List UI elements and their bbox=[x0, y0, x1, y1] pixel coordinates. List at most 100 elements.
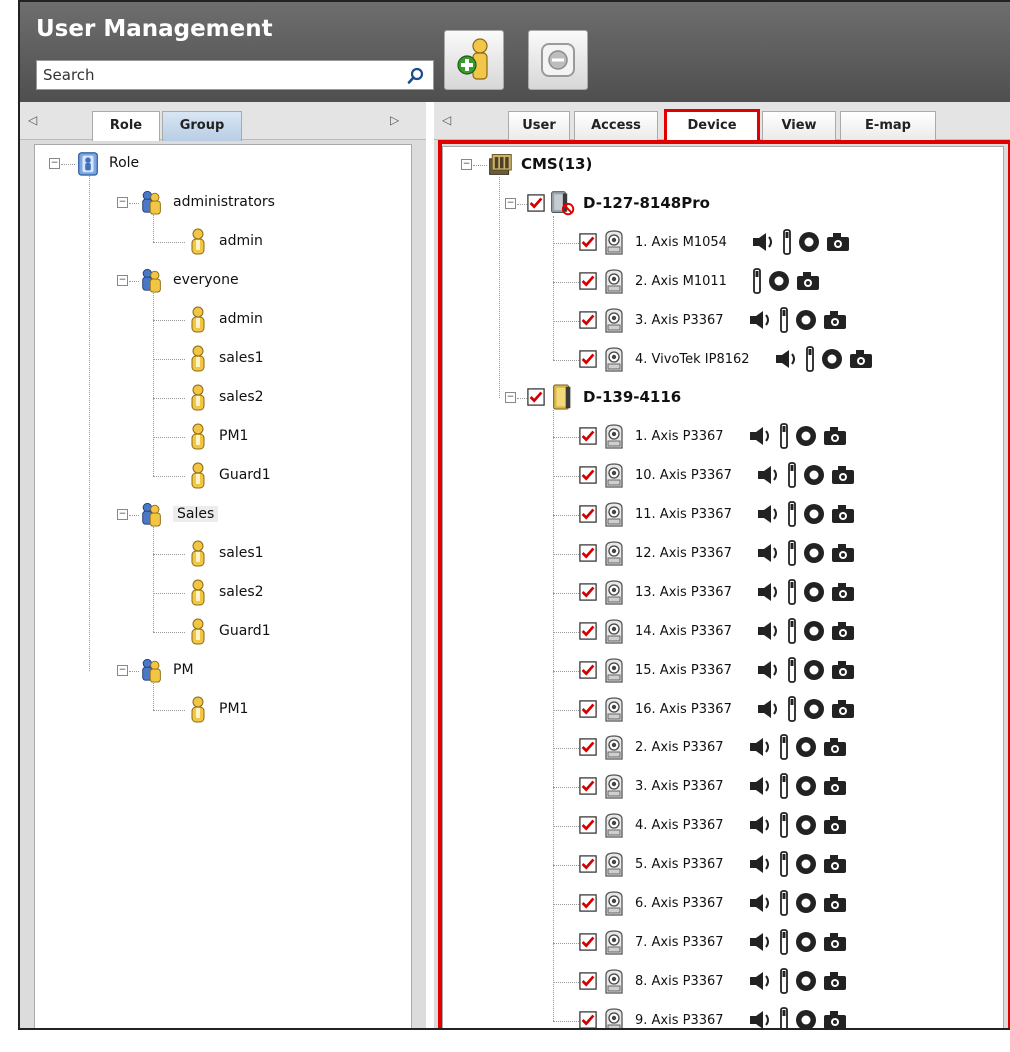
speaker-icon[interactable] bbox=[751, 231, 777, 253]
io-icon[interactable] bbox=[778, 773, 790, 799]
snapshot-icon[interactable] bbox=[822, 970, 848, 992]
role-member-node[interactable]: admin bbox=[185, 304, 263, 334]
io-icon[interactable] bbox=[786, 540, 798, 566]
record-icon[interactable] bbox=[794, 852, 818, 876]
snapshot-icon[interactable] bbox=[830, 503, 856, 525]
speaker-icon[interactable] bbox=[748, 309, 774, 331]
snapshot-icon[interactable] bbox=[830, 581, 856, 603]
remove-button[interactable] bbox=[528, 30, 588, 90]
speaker-icon[interactable] bbox=[748, 853, 774, 875]
speaker-icon[interactable] bbox=[756, 659, 782, 681]
io-icon[interactable] bbox=[778, 851, 790, 877]
snapshot-icon[interactable] bbox=[822, 931, 848, 953]
speaker-icon[interactable] bbox=[748, 814, 774, 836]
io-icon[interactable] bbox=[778, 307, 790, 333]
record-icon[interactable] bbox=[794, 735, 818, 759]
collapse-toggle-icon[interactable]: − bbox=[117, 509, 128, 520]
io-icon[interactable] bbox=[804, 346, 816, 372]
io-icon[interactable] bbox=[751, 268, 763, 294]
collapse-toggle-icon[interactable]: − bbox=[117, 275, 128, 286]
io-icon[interactable] bbox=[786, 579, 798, 605]
speaker-icon[interactable] bbox=[756, 542, 782, 564]
camera-node[interactable]: 16. Axis P3367 bbox=[579, 694, 860, 724]
record-icon[interactable] bbox=[802, 580, 826, 604]
collapse-toggle-icon[interactable]: − bbox=[505, 197, 516, 209]
camera-node[interactable]: 13. Axis P3367 bbox=[579, 577, 860, 607]
record-icon[interactable] bbox=[794, 308, 818, 332]
camera-node[interactable]: 3. Axis P3367 bbox=[579, 771, 852, 801]
role-group-node[interactable]: everyone bbox=[139, 265, 239, 295]
camera-node[interactable]: 1. Axis P3367 bbox=[579, 421, 852, 451]
speaker-icon[interactable] bbox=[748, 425, 774, 447]
io-icon[interactable] bbox=[786, 657, 798, 683]
record-icon[interactable] bbox=[767, 269, 791, 293]
camera-node[interactable]: 5. Axis P3367 bbox=[579, 849, 852, 879]
snapshot-icon[interactable] bbox=[795, 270, 821, 292]
io-icon[interactable] bbox=[778, 734, 790, 760]
camera-node[interactable]: 9. Axis P3367 bbox=[579, 1005, 852, 1030]
camera-node[interactable]: 6. Axis P3367 bbox=[579, 888, 852, 918]
speaker-icon[interactable] bbox=[774, 348, 800, 370]
tab-access[interactable]: Access bbox=[574, 111, 658, 141]
tab-e-map[interactable]: E-map bbox=[840, 111, 936, 141]
snapshot-icon[interactable] bbox=[822, 309, 848, 331]
role-member-node[interactable]: Guard1 bbox=[185, 616, 271, 646]
speaker-icon[interactable] bbox=[748, 736, 774, 758]
io-icon[interactable] bbox=[786, 696, 798, 722]
snapshot-icon[interactable] bbox=[830, 542, 856, 564]
camera-node[interactable]: 4. VivoTek IP8162 bbox=[579, 344, 878, 374]
record-icon[interactable] bbox=[797, 230, 821, 254]
camera-node[interactable]: 12. Axis P3367 bbox=[579, 538, 860, 568]
speaker-icon[interactable] bbox=[756, 581, 782, 603]
tab-role[interactable]: Role bbox=[92, 111, 160, 141]
tab-view[interactable]: View bbox=[762, 111, 836, 141]
io-icon[interactable] bbox=[778, 812, 790, 838]
record-icon[interactable] bbox=[802, 541, 826, 565]
io-icon[interactable] bbox=[778, 890, 790, 916]
tab-device[interactable]: Device bbox=[664, 109, 760, 143]
camera-node[interactable]: 15. Axis P3367 bbox=[579, 655, 860, 685]
snapshot-icon[interactable] bbox=[830, 698, 856, 720]
role-member-node[interactable]: sales1 bbox=[185, 343, 264, 373]
snapshot-icon[interactable] bbox=[822, 892, 848, 914]
tab-group[interactable]: Group bbox=[162, 111, 242, 141]
speaker-icon[interactable] bbox=[756, 503, 782, 525]
collapse-toggle-icon[interactable]: − bbox=[461, 159, 472, 170]
scroll-left-icon[interactable]: ◁ bbox=[442, 113, 451, 127]
collapse-toggle-icon[interactable]: − bbox=[49, 158, 60, 169]
io-icon[interactable] bbox=[781, 229, 793, 255]
io-icon[interactable] bbox=[778, 423, 790, 449]
role-root-node[interactable]: Role bbox=[75, 148, 139, 178]
role-member-node[interactable]: Guard1 bbox=[185, 460, 271, 490]
scroll-left-icon[interactable]: ◁ bbox=[28, 113, 37, 127]
io-icon[interactable] bbox=[778, 929, 790, 955]
role-member-node[interactable]: sales1 bbox=[185, 538, 264, 568]
snapshot-icon[interactable] bbox=[822, 1009, 848, 1030]
speaker-icon[interactable] bbox=[748, 970, 774, 992]
camera-node[interactable]: 3. Axis P3367 bbox=[579, 305, 852, 335]
server-node[interactable]: D-139-4116 bbox=[527, 382, 681, 412]
speaker-icon[interactable] bbox=[756, 464, 782, 486]
snapshot-icon[interactable] bbox=[822, 853, 848, 875]
io-icon[interactable] bbox=[786, 501, 798, 527]
record-icon[interactable] bbox=[794, 813, 818, 837]
snapshot-icon[interactable] bbox=[822, 814, 848, 836]
camera-node[interactable]: 1. Axis M1054 bbox=[579, 227, 855, 257]
record-icon[interactable] bbox=[802, 463, 826, 487]
role-group-node[interactable]: administrators bbox=[139, 187, 275, 217]
snapshot-icon[interactable] bbox=[825, 231, 851, 253]
scroll-right-icon[interactable]: ▷ bbox=[390, 113, 399, 127]
snapshot-icon[interactable] bbox=[822, 425, 848, 447]
snapshot-icon[interactable] bbox=[822, 775, 848, 797]
snapshot-icon[interactable] bbox=[830, 659, 856, 681]
collapse-toggle-icon[interactable]: − bbox=[505, 392, 516, 404]
record-icon[interactable] bbox=[802, 658, 826, 682]
tab-user[interactable]: User bbox=[508, 111, 570, 141]
camera-node[interactable]: 4. Axis P3367 bbox=[579, 810, 852, 840]
record-icon[interactable] bbox=[802, 619, 826, 643]
search-input[interactable] bbox=[37, 61, 397, 89]
speaker-icon[interactable] bbox=[748, 931, 774, 953]
camera-node[interactable]: 2. Axis M1011 bbox=[579, 266, 825, 296]
add-user-button[interactable] bbox=[444, 30, 504, 90]
record-icon[interactable] bbox=[794, 424, 818, 448]
